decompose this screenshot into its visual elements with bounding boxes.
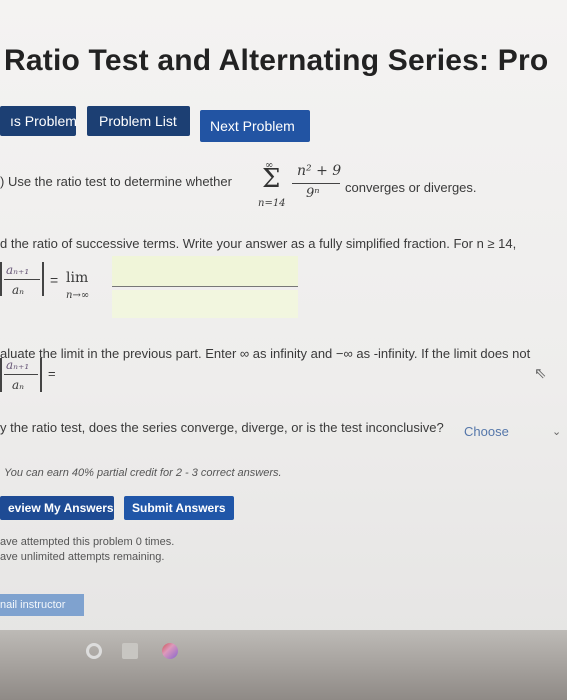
abs-bar-left-b (0, 358, 2, 392)
ratio-denominator: aₙ (12, 283, 25, 297)
ratio-fraction-bar-b (4, 374, 38, 375)
ratio-denominator-input[interactable] (112, 290, 298, 318)
ratio-denominator-b: aₙ (12, 378, 25, 392)
equals-sign-b: = (48, 366, 56, 381)
part-c-text: y the ratio test, does the series conver… (0, 420, 444, 435)
email-instructor-button[interactable]: nail instructor (0, 594, 84, 616)
question-suffix: converges or diverges. (345, 180, 477, 195)
problem-list-button[interactable]: Problem List (87, 106, 190, 136)
abs-bar-left (0, 262, 2, 296)
page-title: Ratio Test and Alternating Series: Pro (4, 44, 549, 77)
page: Ratio Test and Alternating Series: Pro ı… (0, 0, 567, 640)
part-a-text: d the ratio of successive terms. Write y… (0, 236, 517, 251)
bottom-toolbar (0, 630, 567, 700)
app-icon[interactable] (162, 643, 178, 659)
home-icon[interactable] (86, 643, 102, 659)
sigma-icon: Σ (262, 164, 281, 194)
sum-lower-limit: n=14 (258, 198, 286, 209)
attempts-count: ave attempted this problem 0 times. (0, 536, 175, 548)
part-b-text: aluate the limit in the previous part. E… (0, 346, 531, 361)
abs-bar-right (42, 262, 44, 296)
fraction-bar (292, 183, 340, 184)
series-denominator: 9ⁿ (306, 186, 320, 201)
next-problem-button[interactable]: Next Problem (200, 110, 310, 142)
chevron-down-icon[interactable]: ⌄ (552, 425, 561, 438)
ratio-numerator-b: aₙ₊₁ (6, 358, 30, 372)
mouse-cursor-icon: ⇖ (534, 365, 547, 382)
ratio-numerator-input[interactable] (112, 256, 298, 287)
converge-diverge-select[interactable]: Choose (464, 424, 509, 439)
preview-answers-button[interactable]: eview My Answers (0, 496, 114, 520)
ratio-numerator: aₙ₊₁ (6, 263, 30, 277)
abs-bar-right-b (40, 358, 42, 392)
equals-sign: = (50, 272, 59, 288)
series-numerator: n² + 9 (297, 163, 342, 179)
calendar-icon[interactable] (122, 643, 138, 659)
submit-answers-button[interactable]: Submit Answers (124, 496, 234, 520)
partial-credit-note: You can earn 40% partial credit for 2 - … (4, 467, 282, 479)
question-text: ) Use the ratio test to determine whethe… (0, 174, 232, 189)
attempts-remaining: ave unlimited attempts remaining. (0, 551, 165, 563)
previous-problem-button[interactable]: ıs Problem (0, 106, 77, 136)
lim-word: lim (66, 270, 89, 286)
ratio-fraction-bar (4, 279, 40, 280)
lim-subscript: n→∞ (66, 290, 90, 301)
